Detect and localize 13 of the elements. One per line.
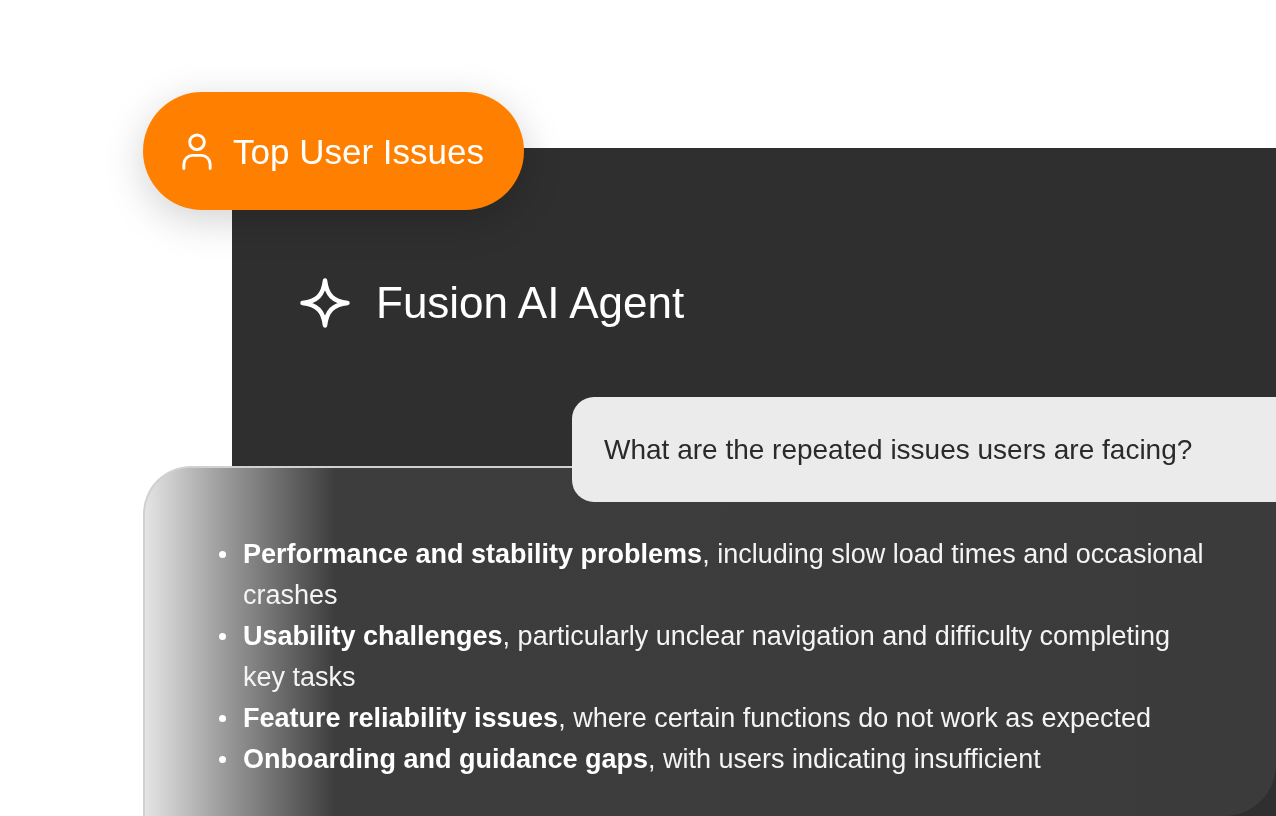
bullet-icon bbox=[219, 633, 226, 640]
answer-item: Onboarding and guidance gaps, with users indicating insufficient bbox=[243, 743, 1041, 776]
question-text: What are the repeated issues users are facing? bbox=[604, 433, 1193, 466]
answer-item: Feature reliability issues, where certain functions do not work as expected bbox=[243, 702, 1151, 735]
user-icon bbox=[179, 132, 215, 170]
sparkle-icon bbox=[298, 276, 352, 330]
agent-title: Fusion AI Agent bbox=[376, 281, 685, 325]
bullet-icon bbox=[219, 756, 226, 763]
bullet-icon bbox=[219, 715, 226, 722]
answer-item: Usability challenges, particularly unclear navigation and difficulty completing key tasks bbox=[243, 620, 1171, 694]
bullet-icon bbox=[219, 551, 226, 558]
tag-label: Top User Issues bbox=[233, 133, 484, 169]
answer-item: Performance and stability problems, including slow load times and occasional crashes bbox=[243, 538, 1205, 612]
